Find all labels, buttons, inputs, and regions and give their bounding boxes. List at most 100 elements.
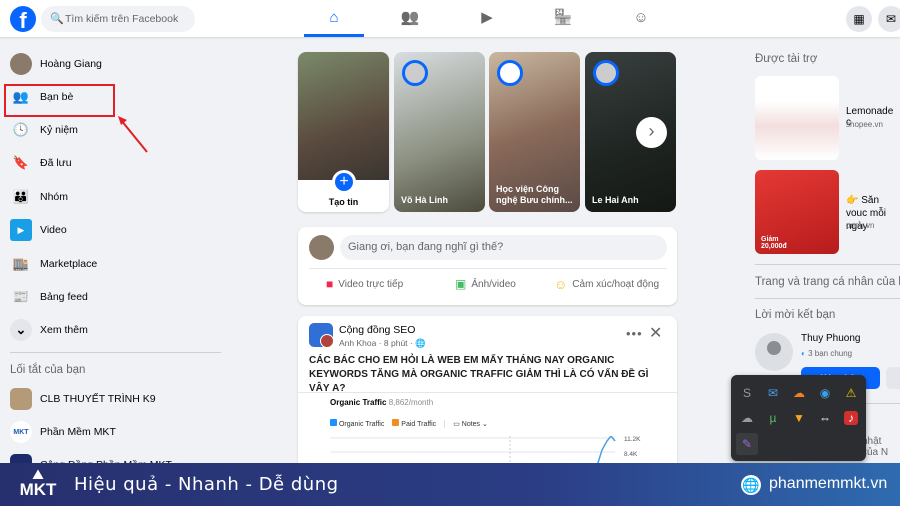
skype-icon[interactable]: S bbox=[736, 382, 758, 404]
sidebar-item-label: Xem thêm bbox=[40, 324, 88, 336]
sidebar-item-label: Marketplace bbox=[40, 258, 98, 270]
brand-banner: ⛰ MKT Hiệu quả - Nhanh - Dễ dùng 🌐 phanme… bbox=[0, 463, 900, 506]
search-placeholder: Tìm kiếm trên Facebook bbox=[65, 13, 179, 25]
grid-menu-icon: ▦ bbox=[853, 12, 865, 26]
marketplace-icon: 🏬 bbox=[12, 256, 30, 271]
more-options-button[interactable]: ••• bbox=[626, 326, 643, 341]
globe-icon: 🌐 bbox=[415, 338, 426, 348]
close-icon: ✕ bbox=[649, 325, 663, 342]
mail-icon[interactable]: ✉ bbox=[762, 382, 784, 404]
traffic-chart bbox=[330, 436, 616, 466]
sync-icon[interactable]: ◉ bbox=[814, 382, 836, 404]
story-create[interactable]: + Tạo tin bbox=[298, 52, 389, 212]
story-avatar bbox=[593, 60, 619, 86]
avatar bbox=[10, 53, 32, 75]
ad-domain: oneu.vn bbox=[846, 221, 875, 230]
action-label: Video trực tiếp bbox=[338, 278, 404, 290]
sidebar-item-memories[interactable]: 🕓 Kỷ niệm bbox=[10, 116, 210, 144]
author-name[interactable]: Anh Khoa bbox=[339, 338, 376, 348]
photo-video-button[interactable]: ▣ Ảnh/video bbox=[455, 277, 516, 291]
sidebar-item-marketplace[interactable]: 🏬 Marketplace bbox=[10, 250, 210, 278]
search-input[interactable]: 🔍 Tìm kiếm trên Facebook bbox=[41, 6, 195, 32]
organic-traffic-line bbox=[596, 436, 616, 466]
story-card[interactable]: Võ Hà Linh bbox=[394, 52, 485, 212]
story-avatar bbox=[402, 60, 428, 86]
ad-image[interactable]: Giảm 20,000đ bbox=[755, 170, 839, 254]
story-card[interactable]: Học viện Công nghệ Bưu chính... bbox=[489, 52, 580, 212]
story-label: Tạo tin bbox=[328, 197, 359, 207]
memories-icon: 🕓 bbox=[12, 122, 30, 137]
groups-icon: 👪 bbox=[12, 189, 30, 204]
notes-icon: ▭ bbox=[453, 420, 460, 428]
shortcut-item[interactable]: MKT Phần Mềm MKT bbox=[10, 418, 210, 446]
delete-button[interactable] bbox=[886, 367, 900, 389]
sidebar-item-feeds[interactable]: 📰 Bảng feed bbox=[10, 283, 210, 311]
divider bbox=[309, 268, 667, 269]
nav-marketplace[interactable]: 🏪 bbox=[533, 0, 593, 37]
avatar[interactable] bbox=[755, 333, 793, 371]
avatar bbox=[309, 235, 334, 260]
facebook-logo[interactable]: f bbox=[10, 6, 36, 32]
close-button[interactable]: ✕ bbox=[649, 323, 662, 343]
tick-label: 8.4K bbox=[624, 451, 638, 458]
website[interactable]: phanmemmkt.vn bbox=[769, 475, 887, 493]
next-stories-button[interactable]: › bbox=[636, 117, 667, 148]
notes-label: Notes bbox=[461, 420, 481, 428]
mutual-friends: ◐ 3 bạn chung bbox=[801, 349, 852, 358]
checkbox-icon bbox=[392, 419, 400, 426]
sidebar-item-video[interactable]: ▶ Video bbox=[10, 216, 210, 244]
pages-title: Trang và trang cá nhân của ba bbox=[755, 276, 900, 288]
feather-icon[interactable]: ✎ bbox=[736, 433, 758, 455]
request-name[interactable]: Thuy Phuong bbox=[801, 333, 861, 344]
ad-domain: shopee.vn bbox=[846, 120, 883, 129]
ad-image-text: Giảm 20,000đ bbox=[761, 236, 787, 250]
story-label: Võ Hà Linh bbox=[401, 195, 448, 205]
feeling-button[interactable]: ☺ Cảm xúc/hoạt động bbox=[554, 277, 659, 292]
nav-friends[interactable]: 👥 bbox=[380, 0, 440, 37]
nav-home[interactable]: ⌂ bbox=[304, 0, 364, 37]
chart-title: Organic Traffic bbox=[330, 398, 387, 407]
utorrent-icon[interactable]: µ bbox=[762, 407, 784, 429]
nav-watch[interactable]: ▶ bbox=[457, 0, 517, 37]
group-name[interactable]: Cộng đồng SEO bbox=[339, 324, 415, 336]
divider bbox=[755, 264, 900, 265]
friend-requests-title: Lời mời kết bạn bbox=[755, 309, 836, 321]
security-warning-icon[interactable]: ⚠ bbox=[840, 382, 862, 404]
sidebar-item-see-more[interactable]: ⌄ Xem thêm bbox=[10, 316, 210, 344]
smiley-icon: ☺ bbox=[554, 277, 568, 292]
drive-icon[interactable]: ▼ bbox=[788, 407, 810, 429]
globe-icon: 🌐 bbox=[741, 475, 761, 495]
saved-icon: 🔖 bbox=[12, 155, 30, 170]
sidebar-item-profile[interactable]: Hoàng Giang bbox=[10, 50, 210, 78]
ad-image[interactable] bbox=[755, 76, 839, 160]
shortcut-label: CLB THUYẾT TRÌNH K9 bbox=[40, 393, 156, 405]
shortcut-item[interactable]: CLB THUYẾT TRÌNH K9 bbox=[10, 385, 210, 413]
author-avatar[interactable] bbox=[320, 334, 334, 348]
cloud-off-icon[interactable]: ☁ bbox=[736, 407, 758, 429]
app-icon[interactable]: ♪ bbox=[844, 411, 858, 425]
composer-input[interactable]: Giang ơi, bạn đang nghĩ gì thế? bbox=[340, 235, 667, 260]
chevron-down-icon: ⌄ bbox=[10, 319, 32, 341]
checkbox-icon bbox=[330, 419, 337, 426]
divider bbox=[755, 298, 900, 299]
legend-paid[interactable]: Paid Traffic bbox=[392, 419, 436, 428]
marketplace-icon: 🏪 bbox=[553, 9, 573, 26]
sidebar-item-groups[interactable]: 👪 Nhóm bbox=[10, 183, 210, 211]
menu-button[interactable]: ▦ bbox=[846, 6, 872, 32]
nav-groups[interactable]: ☺ bbox=[611, 0, 671, 37]
notes-dropdown[interactable]: ▭ Notes ⌄ bbox=[444, 419, 488, 428]
post-time[interactable]: 8 phút bbox=[384, 338, 408, 348]
messenger-button[interactable]: ✉ bbox=[878, 6, 900, 32]
story-label: Le Hai Anh bbox=[592, 195, 639, 205]
live-video-button[interactable]: ■ Video trực tiếp bbox=[326, 277, 403, 291]
sidebar-item-label: Video bbox=[40, 224, 67, 236]
teamviewer-icon[interactable]: ⇔ bbox=[814, 407, 836, 429]
feeds-icon: 📰 bbox=[12, 289, 30, 304]
legend-label: Paid Traffic bbox=[401, 421, 437, 428]
legend-organic[interactable]: Organic Traffic bbox=[330, 419, 384, 428]
cloudflare-icon[interactable]: ☁ bbox=[788, 382, 810, 404]
home-icon: ⌂ bbox=[329, 9, 339, 26]
shortcuts-title: Lối tắt của bạn bbox=[10, 364, 86, 376]
sidebar-item-saved[interactable]: 🔖 Đã lưu bbox=[10, 149, 210, 177]
live-video-icon: ■ bbox=[326, 277, 334, 291]
